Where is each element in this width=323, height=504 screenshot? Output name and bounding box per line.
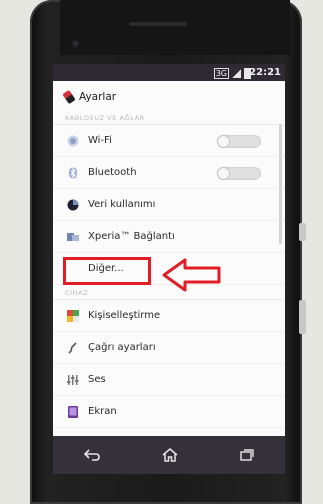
bluetooth-toggle[interactable] [217, 167, 261, 180]
annotation-arrow-icon [162, 258, 221, 292]
navigation-bar [53, 436, 285, 474]
toggle-knob [218, 136, 229, 147]
front-camera [71, 39, 80, 48]
power-button [299, 223, 306, 241]
recents-icon[interactable] [240, 449, 254, 461]
settings-item-label: Veri kullanımı [88, 199, 156, 210]
earpiece-speaker [129, 22, 187, 26]
settings-item-wifi[interactable]: Wi-Fi [53, 125, 285, 157]
settings-item-label: Ses [88, 374, 106, 385]
personalization-icon [67, 309, 79, 322]
phone-top-bezel [60, 0, 290, 55]
status-bar: 3G 22:21 [53, 64, 285, 81]
settings-item-label: Çağrı ayarları [88, 342, 156, 353]
settings-item-call-settings[interactable]: Çağrı ayarları [53, 332, 285, 364]
settings-item-label: Wi-Fi [88, 135, 112, 146]
settings-item-label: Kişiselleştirme [88, 310, 161, 321]
bluetooth-icon [69, 167, 77, 178]
settings-item-personalization[interactable]: Kişiselleştirme [53, 300, 285, 332]
back-icon[interactable] [84, 449, 100, 461]
section-header-wireless: KABLOSUZ VE AĞLAR [53, 112, 285, 125]
xperia-connectivity-icon [67, 232, 79, 241]
settings-item-label: Bluetooth [88, 167, 137, 178]
volume-button [299, 300, 306, 334]
network-type: 3G [213, 67, 229, 79]
wifi-toggle[interactable] [217, 135, 261, 148]
settings-item-sound[interactable]: Ses [53, 364, 285, 396]
home-icon[interactable] [162, 448, 178, 462]
settings-item-xperia-connectivity[interactable]: Xperia™ Bağlantı [53, 221, 285, 253]
settings-item-data-usage[interactable]: Veri kullanımı [53, 189, 285, 221]
page-title: Ayarlar [79, 90, 117, 103]
settings-titlebar: Ayarlar [53, 81, 285, 112]
sound-icon [67, 374, 79, 385]
settings-item-label: Ekran [88, 406, 117, 417]
highlight-box-more [63, 257, 151, 285]
toggle-knob [218, 168, 229, 179]
data-usage-icon [67, 199, 79, 210]
settings-item-bluetooth[interactable]: Bluetooth [53, 157, 285, 189]
status-icons: 3G [213, 64, 251, 79]
display-icon [68, 405, 78, 418]
call-settings-icon [68, 341, 77, 354]
wifi-icon [67, 135, 79, 146]
scrollbar[interactable] [279, 124, 282, 244]
clock: 22:21 [249, 67, 281, 78]
settings-item-label: Xperia™ Bağlantı [88, 231, 175, 242]
signal-icon [232, 69, 241, 78]
settings-item-display[interactable]: Ekran [53, 396, 285, 428]
settings-brush-icon [62, 89, 76, 104]
